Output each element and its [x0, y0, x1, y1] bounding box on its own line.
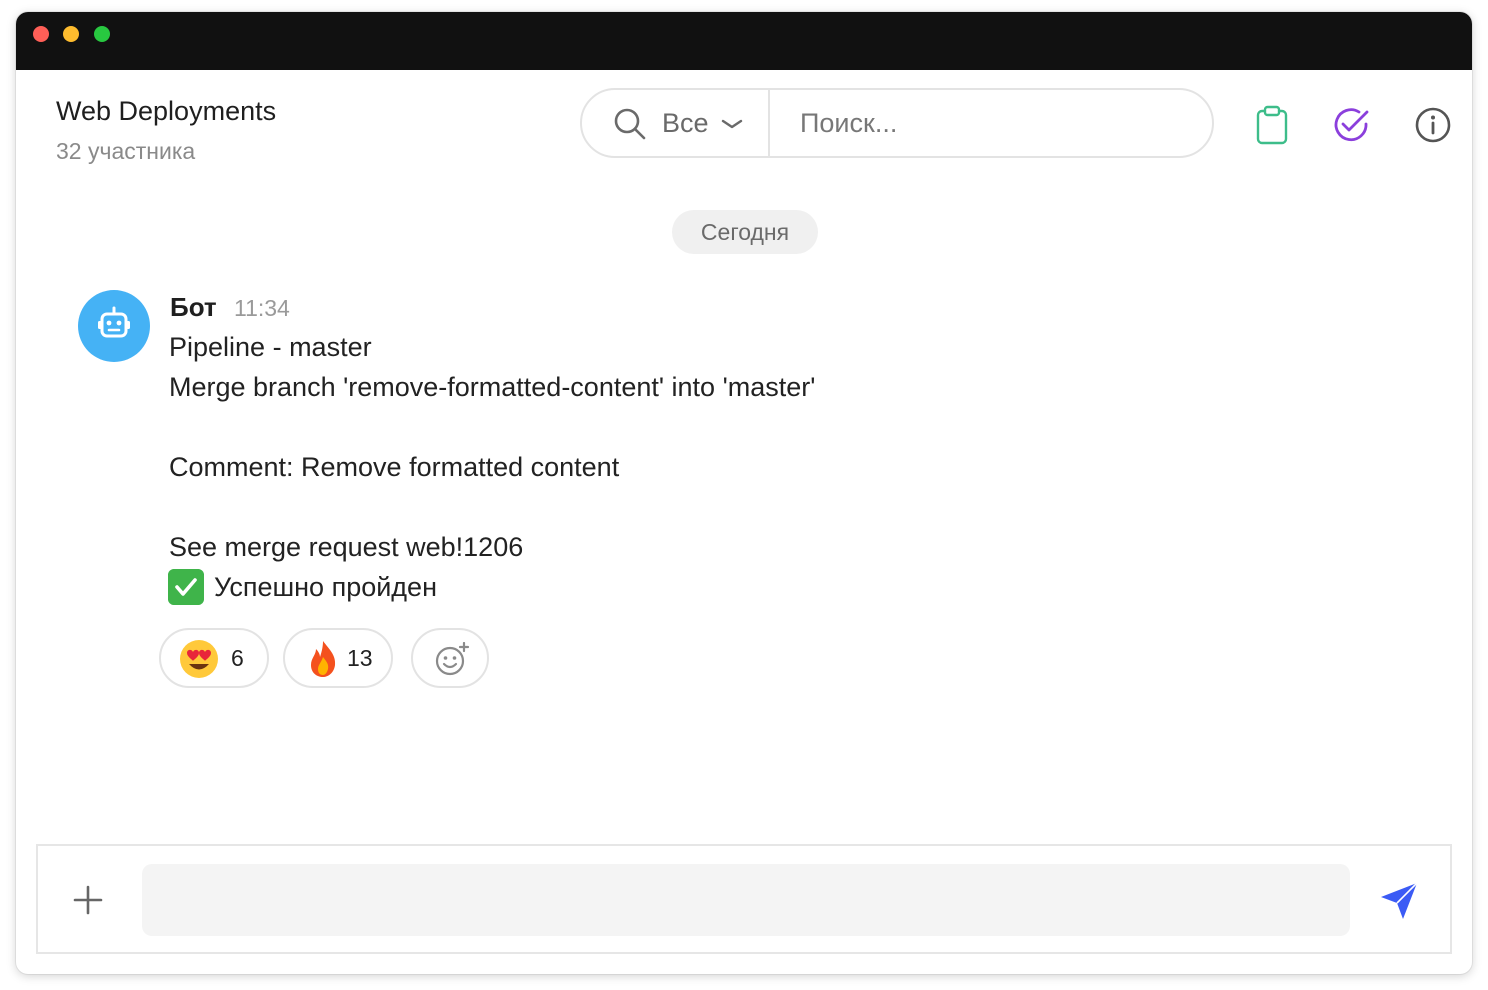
chevron-down-icon[interactable]: [720, 114, 744, 134]
search-bar: Все: [580, 88, 1214, 158]
search-input[interactable]: [782, 98, 1200, 148]
message-author[interactable]: Бот: [170, 292, 217, 323]
message-input[interactable]: [142, 864, 1350, 936]
reaction-fire[interactable]: 13: [283, 628, 393, 688]
plus-icon[interactable]: [72, 884, 104, 916]
info-icon[interactable]: [1412, 104, 1454, 146]
minimize-window-button[interactable]: [63, 26, 79, 42]
message-line: See merge request web!1206: [169, 532, 524, 562]
send-icon[interactable]: [1378, 880, 1420, 922]
avatar[interactable]: [78, 290, 150, 362]
member-count[interactable]: 32 участника: [56, 138, 195, 165]
search-scope-dropdown[interactable]: Все: [662, 108, 709, 139]
app-window: Web Deployments 32 участника Все Сегодня: [16, 12, 1472, 974]
message-time: 11:34: [234, 295, 290, 321]
heart-eyes-emoji-icon: [180, 640, 218, 678]
message-composer: [36, 844, 1452, 954]
message-line: Pipeline - master: [169, 332, 372, 362]
date-divider: Сегодня: [672, 210, 818, 254]
search-icon: [614, 108, 646, 140]
titlebar: [16, 12, 1472, 70]
search-divider: [768, 90, 770, 156]
clipboard-icon[interactable]: [1251, 104, 1293, 146]
fire-emoji-icon: [311, 641, 336, 677]
message-line: Merge branch 'remove-formatted-content' …: [169, 372, 816, 402]
check-mark-icon: [168, 569, 204, 605]
reaction-count: 6: [231, 645, 244, 671]
robot-icon: [98, 306, 130, 338]
zoom-window-button[interactable]: [94, 26, 110, 42]
reaction-heart-eyes[interactable]: 6: [159, 628, 269, 688]
message-line: Comment: Remove formatted content: [169, 452, 620, 482]
check-circle-icon[interactable]: [1330, 104, 1372, 146]
reaction-count: 13: [347, 645, 373, 671]
add-reaction-button[interactable]: [411, 628, 489, 688]
add-emoji-icon: [435, 642, 470, 676]
chat-title: Web Deployments: [56, 96, 277, 126]
message-line: Успешно пройден: [214, 572, 437, 602]
close-window-button[interactable]: [33, 26, 49, 42]
